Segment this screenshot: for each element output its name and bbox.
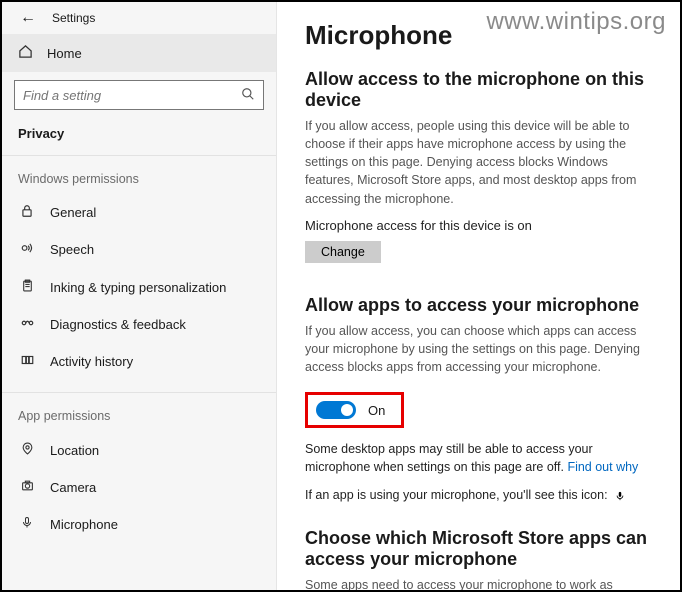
category-label: Privacy — [2, 114, 276, 155]
sidebar-item-camera[interactable]: Camera — [2, 469, 276, 505]
home-icon — [18, 44, 33, 62]
device-access-status: Microphone access for this device is on — [305, 218, 656, 233]
change-button[interactable]: Change — [305, 241, 381, 263]
sidebar-item-label: Microphone — [50, 517, 118, 532]
sidebar-item-label: Inking & typing personalization — [50, 280, 226, 295]
search-icon — [241, 87, 255, 104]
home-label: Home — [47, 46, 82, 61]
section-allow-device-title: Allow access to the microphone on this d… — [305, 69, 656, 111]
sidebar-item-label: General — [50, 205, 96, 220]
sidebar-item-diagnostics[interactable]: Diagnostics & feedback — [2, 306, 276, 343]
sidebar-item-label: Activity history — [50, 354, 133, 369]
desktop-apps-note: Some desktop apps may still be able to a… — [305, 440, 656, 476]
search-input[interactable] — [14, 80, 264, 110]
toggle-knob — [341, 404, 353, 416]
find-out-why-link[interactable]: Find out why — [567, 460, 638, 474]
home-nav[interactable]: Home — [2, 34, 276, 72]
diagnostics-icon — [18, 316, 36, 333]
microphone-icon — [18, 515, 36, 533]
sidebar-item-label: Speech — [50, 242, 94, 257]
sidebar-item-microphone[interactable]: Microphone — [2, 505, 276, 543]
section-allow-device-desc: If you allow access, people using this d… — [305, 117, 656, 208]
desktop-apps-note-text: Some desktop apps may still be able to a… — [305, 442, 593, 474]
history-icon — [18, 353, 36, 370]
sidebar-item-speech[interactable]: Speech — [2, 231, 276, 268]
sidebar-item-label: Diagnostics & feedback — [50, 317, 186, 332]
toggle-state-label: On — [368, 403, 385, 418]
sidebar-item-inking[interactable]: Inking & typing personalization — [2, 268, 276, 306]
section-allow-apps-title: Allow apps to access your microphone — [305, 295, 656, 316]
search-field[interactable] — [23, 88, 232, 103]
mic-in-use-text: If an app is using your microphone, you'… — [305, 488, 608, 502]
camera-icon — [18, 479, 36, 495]
sidebar-item-label: Location — [50, 443, 99, 458]
search-container — [2, 72, 276, 114]
highlight-box: On — [305, 392, 404, 428]
microphone-status-icon — [615, 489, 625, 503]
back-icon[interactable]: ← — [20, 10, 36, 26]
main-content: Microphone Allow access to the microphon… — [277, 2, 680, 590]
clipboard-icon — [18, 278, 36, 296]
section-header-windows-permissions: Windows permissions — [2, 155, 276, 194]
section-choose-apps-desc: Some apps need to access your microphone… — [305, 576, 656, 590]
settings-window: ← Settings Home Privacy Windows permissi… — [2, 2, 680, 590]
lock-icon — [18, 204, 36, 221]
sidebar-item-general[interactable]: General — [2, 194, 276, 231]
titlebar: ← Settings — [2, 6, 276, 34]
sidebar-item-label: Camera — [50, 480, 96, 495]
location-icon — [18, 441, 36, 459]
sidebar-item-activity-history[interactable]: Activity history — [2, 343, 276, 380]
speech-icon — [18, 241, 36, 258]
app-title: Settings — [52, 11, 95, 25]
sidebar-item-location[interactable]: Location — [2, 431, 276, 469]
section-allow-apps-desc: If you allow access, you can choose whic… — [305, 322, 656, 376]
sidebar: ← Settings Home Privacy Windows permissi… — [2, 2, 277, 590]
section-choose-apps-title: Choose which Microsoft Store apps can ac… — [305, 528, 656, 570]
apps-access-toggle[interactable] — [316, 401, 356, 419]
section-header-app-permissions: App permissions — [2, 392, 276, 431]
mic-in-use-note: If an app is using your microphone, you'… — [305, 486, 656, 504]
page-title: Microphone — [305, 20, 656, 51]
